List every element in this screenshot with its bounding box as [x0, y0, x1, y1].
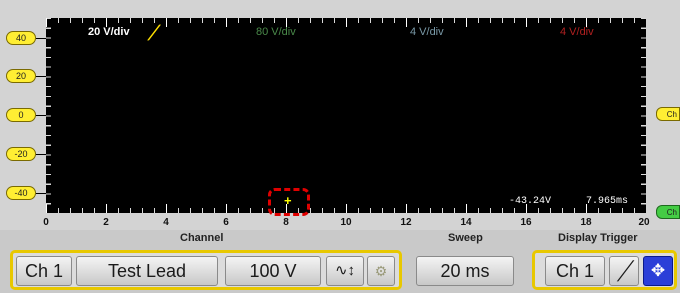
x-axis-label: 16 — [520, 217, 532, 228]
sweep-time-button[interactable]: 20 ms — [416, 256, 514, 286]
trigger-slope-button[interactable]: ╱ — [609, 256, 639, 286]
move-arrows-icon[interactable]: ✥ — [643, 256, 673, 286]
x-axis-label: 4 — [163, 217, 169, 228]
y-axis-label[interactable]: -40 — [6, 186, 46, 200]
bottom-major-ticks — [46, 204, 646, 213]
ch2-volts-per-div: 80 V/div — [256, 26, 296, 38]
x-axis: 0 2 4 6 8 10 12 14 16 18 20 — [43, 217, 650, 229]
cursor-time-readout: 7.965ms — [586, 196, 629, 207]
x-axis-label: 20 — [638, 217, 650, 228]
trigger-section-title: Display Trigger — [558, 232, 638, 244]
volts-range-button[interactable]: 100 V — [225, 256, 321, 286]
ch1-reference-tag[interactable]: Ch — [656, 107, 680, 121]
x-axis-label: 10 — [340, 217, 352, 228]
y-axis-label[interactable]: 40 — [6, 31, 46, 45]
scope-screen[interactable]: 20 V/div ╱ 80 V/div 4 V/div 4 V/div + -4… — [46, 18, 646, 216]
trigger-panel: Ch 1 ╱ ✥ — [532, 250, 677, 290]
x-axis-label: 18 — [580, 217, 592, 228]
cursor-voltage-readout: -43.24V — [509, 196, 552, 207]
x-axis-label: 8 — [283, 217, 289, 228]
ch4-volts-per-div: 4 V/div — [560, 26, 594, 38]
ch3-volts-per-div: 4 V/div — [410, 26, 444, 38]
x-axis-label: 14 — [460, 217, 472, 228]
x-axis-label: 6 — [223, 217, 229, 228]
ch1-volts-per-div: 20 V/div — [88, 26, 130, 38]
left-ticks — [46, 18, 51, 213]
trigger-slope-icon: ╱ — [149, 25, 157, 40]
scope-area: 40 20 0 -20 -40 20 V/div ╱ 80 V/div 4 V/… — [0, 0, 680, 230]
probe-icon[interactable]: ⚙ — [367, 256, 395, 286]
coupling-icon[interactable]: ∿↕ — [326, 256, 364, 286]
y-axis-label[interactable]: 0 — [6, 108, 46, 122]
channel-select-button[interactable]: Ch 1 — [16, 256, 72, 286]
trigger-channel-button[interactable]: Ch 1 — [545, 256, 605, 286]
channel-panel: Ch 1 Test Lead 100 V ∿↕ ⚙ — [10, 250, 402, 290]
right-ticks — [641, 18, 646, 213]
top-major-ticks — [46, 18, 646, 27]
test-lead-button[interactable]: Test Lead — [76, 256, 218, 286]
y-axis-label[interactable]: -20 — [6, 147, 46, 161]
x-axis-label: 12 — [400, 217, 412, 228]
cursor-marker[interactable]: + — [284, 193, 292, 208]
channel-section-title: Channel — [180, 232, 224, 244]
sweep-section-title: Sweep — [448, 232, 483, 244]
x-axis-label: 0 — [43, 217, 49, 228]
x-axis-label: 2 — [103, 217, 109, 228]
ch2-reference-tag[interactable]: Ch — [656, 205, 680, 219]
y-axis-label[interactable]: 20 — [6, 69, 46, 83]
